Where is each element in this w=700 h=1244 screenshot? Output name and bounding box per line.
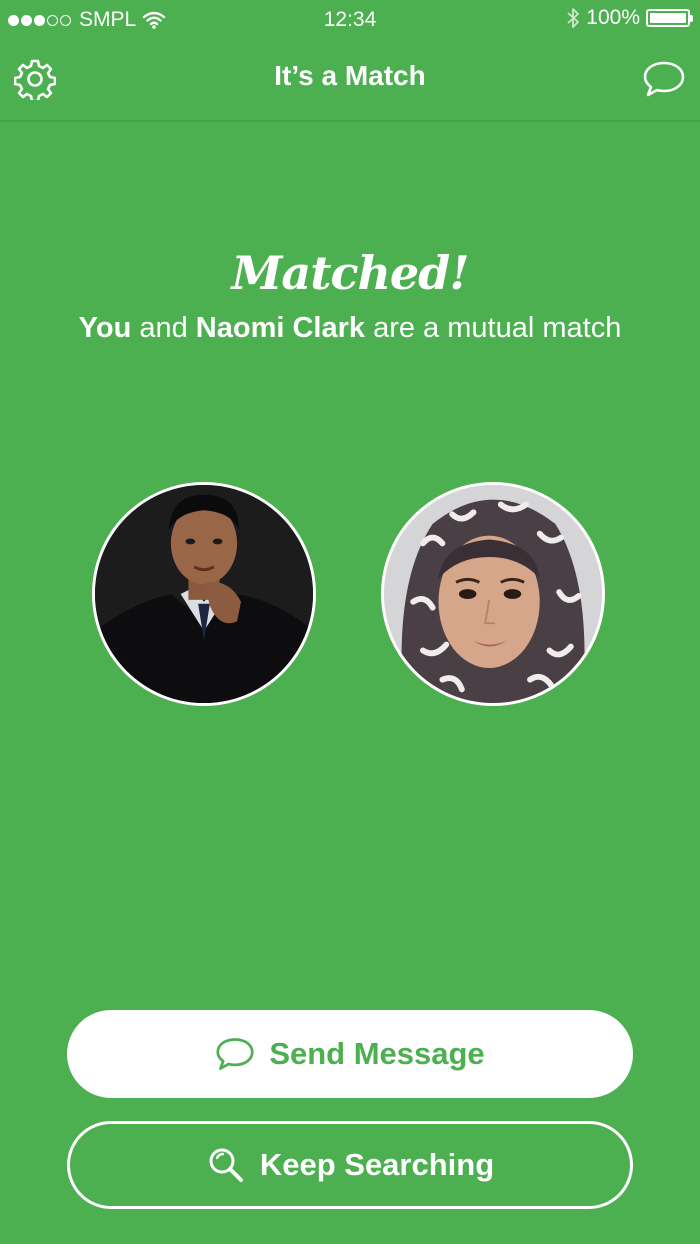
nav-bar: It’s a Match — [0, 40, 700, 121]
battery-percent: 100% — [586, 6, 640, 29]
you-label: You — [78, 312, 132, 344]
match-description: You and Naomi Clark are a mutual match — [0, 312, 700, 345]
send-message-label: Send Message — [269, 1036, 485, 1071]
keep-searching-label: Keep Searching — [259, 1147, 495, 1182]
chat-bubble-icon — [643, 61, 685, 97]
match-suffix: are a mutual match — [365, 312, 622, 344]
send-message-button[interactable]: Send Message — [67, 1010, 633, 1098]
my-avatar-photo — [95, 485, 313, 703]
and-text: and — [131, 312, 196, 344]
chat-bubble-icon — [216, 1038, 254, 1070]
partner-avatar-photo — [384, 485, 602, 703]
bluetooth-icon — [567, 8, 580, 28]
battery-icon — [646, 9, 693, 27]
page-title: It’s a Match — [274, 60, 426, 91]
status-bar: SMPL 12:34 100% — [0, 0, 700, 40]
partner-name: Naomi Clark — [195, 312, 366, 344]
keep-searching-button[interactable]: Keep Searching — [67, 1121, 633, 1209]
messages-button[interactable] — [642, 58, 686, 100]
my-avatar — [92, 482, 316, 706]
matched-headline: Matched! — [231, 246, 469, 300]
status-right: 100% — [566, 6, 693, 30]
search-icon — [209, 1148, 243, 1182]
partner-avatar — [381, 482, 605, 706]
